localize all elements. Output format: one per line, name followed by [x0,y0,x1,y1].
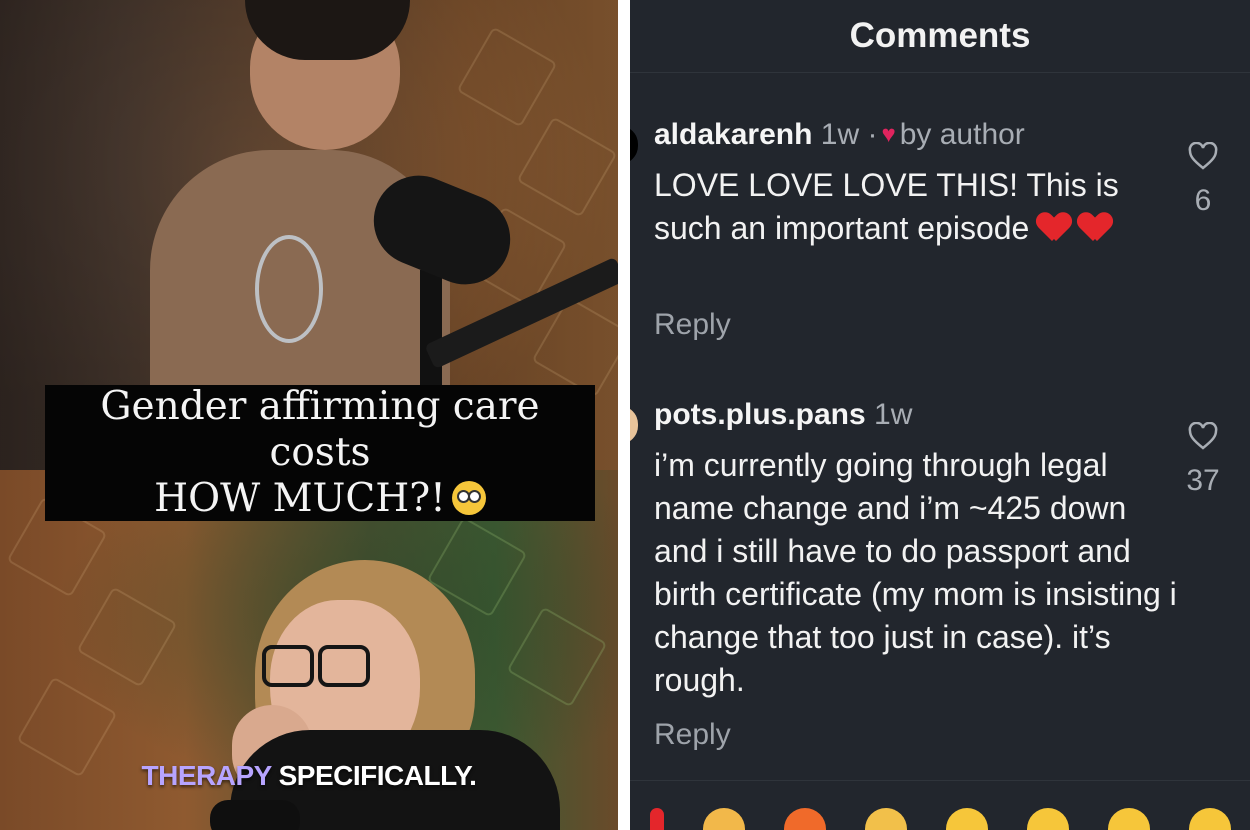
emoji-bar-divider [630,780,1250,781]
caption-line-2: HOW MUCH?! [154,476,486,522]
video-caption: Gender affirming care costs HOW MUCH?! [45,384,595,522]
guest-glasses [262,645,372,687]
liked-by-author-label: by author [899,118,1025,151]
quick-emoji-bar [630,790,1250,830]
heart-outline-icon[interactable] [1188,422,1218,450]
red-heart-icon[interactable] [649,808,664,830]
avatar[interactable] [630,406,638,444]
guest-microphone [210,800,300,830]
clapping-hands-icon[interactable] [864,808,907,830]
like-count: 6 [1194,184,1212,217]
red-heart-icon [1038,213,1070,241]
raising-hands-icon[interactable] [702,808,745,830]
reply-button[interactable]: Reply [654,718,731,752]
caption-line-2-text: HOW MUCH?! [154,476,446,521]
fire-icon[interactable] [783,808,826,830]
laughing-icon[interactable] [1188,808,1231,830]
subtitle-rest: SPECIFICALLY. [271,760,477,791]
comment-time: 1w [874,398,913,431]
caption-line-1: Gender affirming care costs [100,384,540,475]
comment-text: LOVE LOVE LOVE THIS! This is such an imp… [654,164,1134,250]
comment-time: 1w [820,118,860,151]
comment-meta: aldakarenh 1w · ♥ by author [654,118,1025,152]
red-heart-icon [1079,213,1111,241]
video-panel[interactable]: Gender affirming care costs HOW MUCH?! T… [0,0,618,830]
like-count: 37 [1186,464,1220,497]
heart-outline-icon[interactable] [1188,142,1218,170]
subtitle-accent: THERAPY [141,760,272,791]
reply-button[interactable]: Reply [654,308,731,342]
open-mouth-icon[interactable] [1107,808,1150,830]
meta-separator: · [867,118,878,151]
comment-username[interactable]: pots.plus.pans [654,398,866,431]
crying-face-icon[interactable] [945,808,988,830]
mic-stand [420,270,442,390]
comments-header: Comments [630,0,1250,73]
peace-sign-graphic [255,235,323,343]
comment-meta: pots.plus.pans 1w [654,398,912,432]
avatar[interactable] [630,126,638,164]
heart-eyes-icon[interactable] [1026,808,1069,830]
like-control[interactable]: 37 [1178,422,1228,498]
panel-divider [618,0,630,830]
comment-username[interactable]: aldakarenh [654,118,812,151]
video-subtitle: THERAPY SPECIFICALLY. [0,760,618,792]
author-heart-icon: ♥ [881,121,896,148]
like-control[interactable]: 6 [1178,142,1228,218]
comment-body: i’m currently going through legal name c… [654,447,1177,698]
flushed-face-icon [451,481,486,515]
comments-title: Comments [849,16,1031,55]
comments-panel: Comments aldakarenh 1w · ♥ by author LOVE … [630,0,1250,830]
